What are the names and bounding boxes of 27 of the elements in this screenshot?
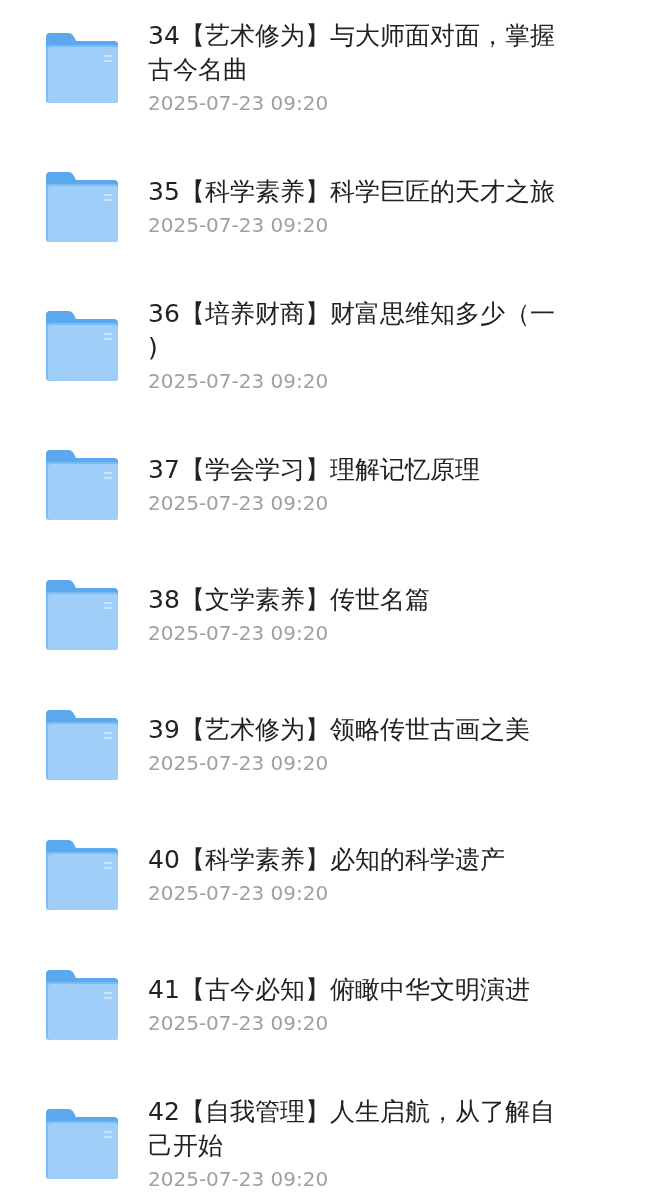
folder-icon: [44, 311, 118, 381]
modified-date: 2025-07-23 09:20: [148, 212, 330, 239]
folder-name: 42【自我管理】人生启航，从了解自 己开始: [148, 1096, 555, 1162]
folder-name: 36【培养财商】财富思维知多少（一 ): [148, 298, 555, 364]
folder-icon: [44, 580, 118, 650]
folder-icon: [44, 970, 118, 1040]
folder-icon: [44, 710, 118, 780]
folder-icon: [44, 450, 118, 520]
modified-date: 2025-07-23 09:20: [148, 1166, 330, 1193]
modified-date: 2025-07-23 09:20: [148, 880, 330, 907]
folder-name: 34【艺术修为】与大师面对面，掌握 古今名曲: [148, 20, 555, 86]
folder-name: 37【学会学习】理解记忆原理: [148, 454, 480, 486]
folder-icon: [44, 1109, 118, 1179]
modified-date: 2025-07-23 09:20: [148, 368, 330, 395]
modified-date: 2025-07-23 09:20: [148, 620, 330, 647]
folder-name: 35【科学素养】科学巨匠的天才之旅: [148, 176, 555, 208]
folder-icon: [44, 172, 118, 242]
folder-icon: [44, 33, 118, 103]
folder-name: 38【文学素养】传世名篇: [148, 584, 430, 616]
modified-date: 2025-07-23 09:20: [148, 90, 330, 117]
modified-date: 2025-07-23 09:20: [148, 490, 330, 517]
folder-name: 41【古今必知】俯瞰中华文明演进: [148, 974, 530, 1006]
modified-date: 2025-07-23 09:20: [148, 750, 330, 777]
modified-date: 2025-07-23 09:20: [148, 1010, 330, 1037]
folder-icon: [44, 840, 118, 910]
folder-name: 40【科学素养】必知的科学遗产: [148, 844, 505, 876]
folder-name: 39【艺术修为】领略传世古画之美: [148, 714, 530, 746]
